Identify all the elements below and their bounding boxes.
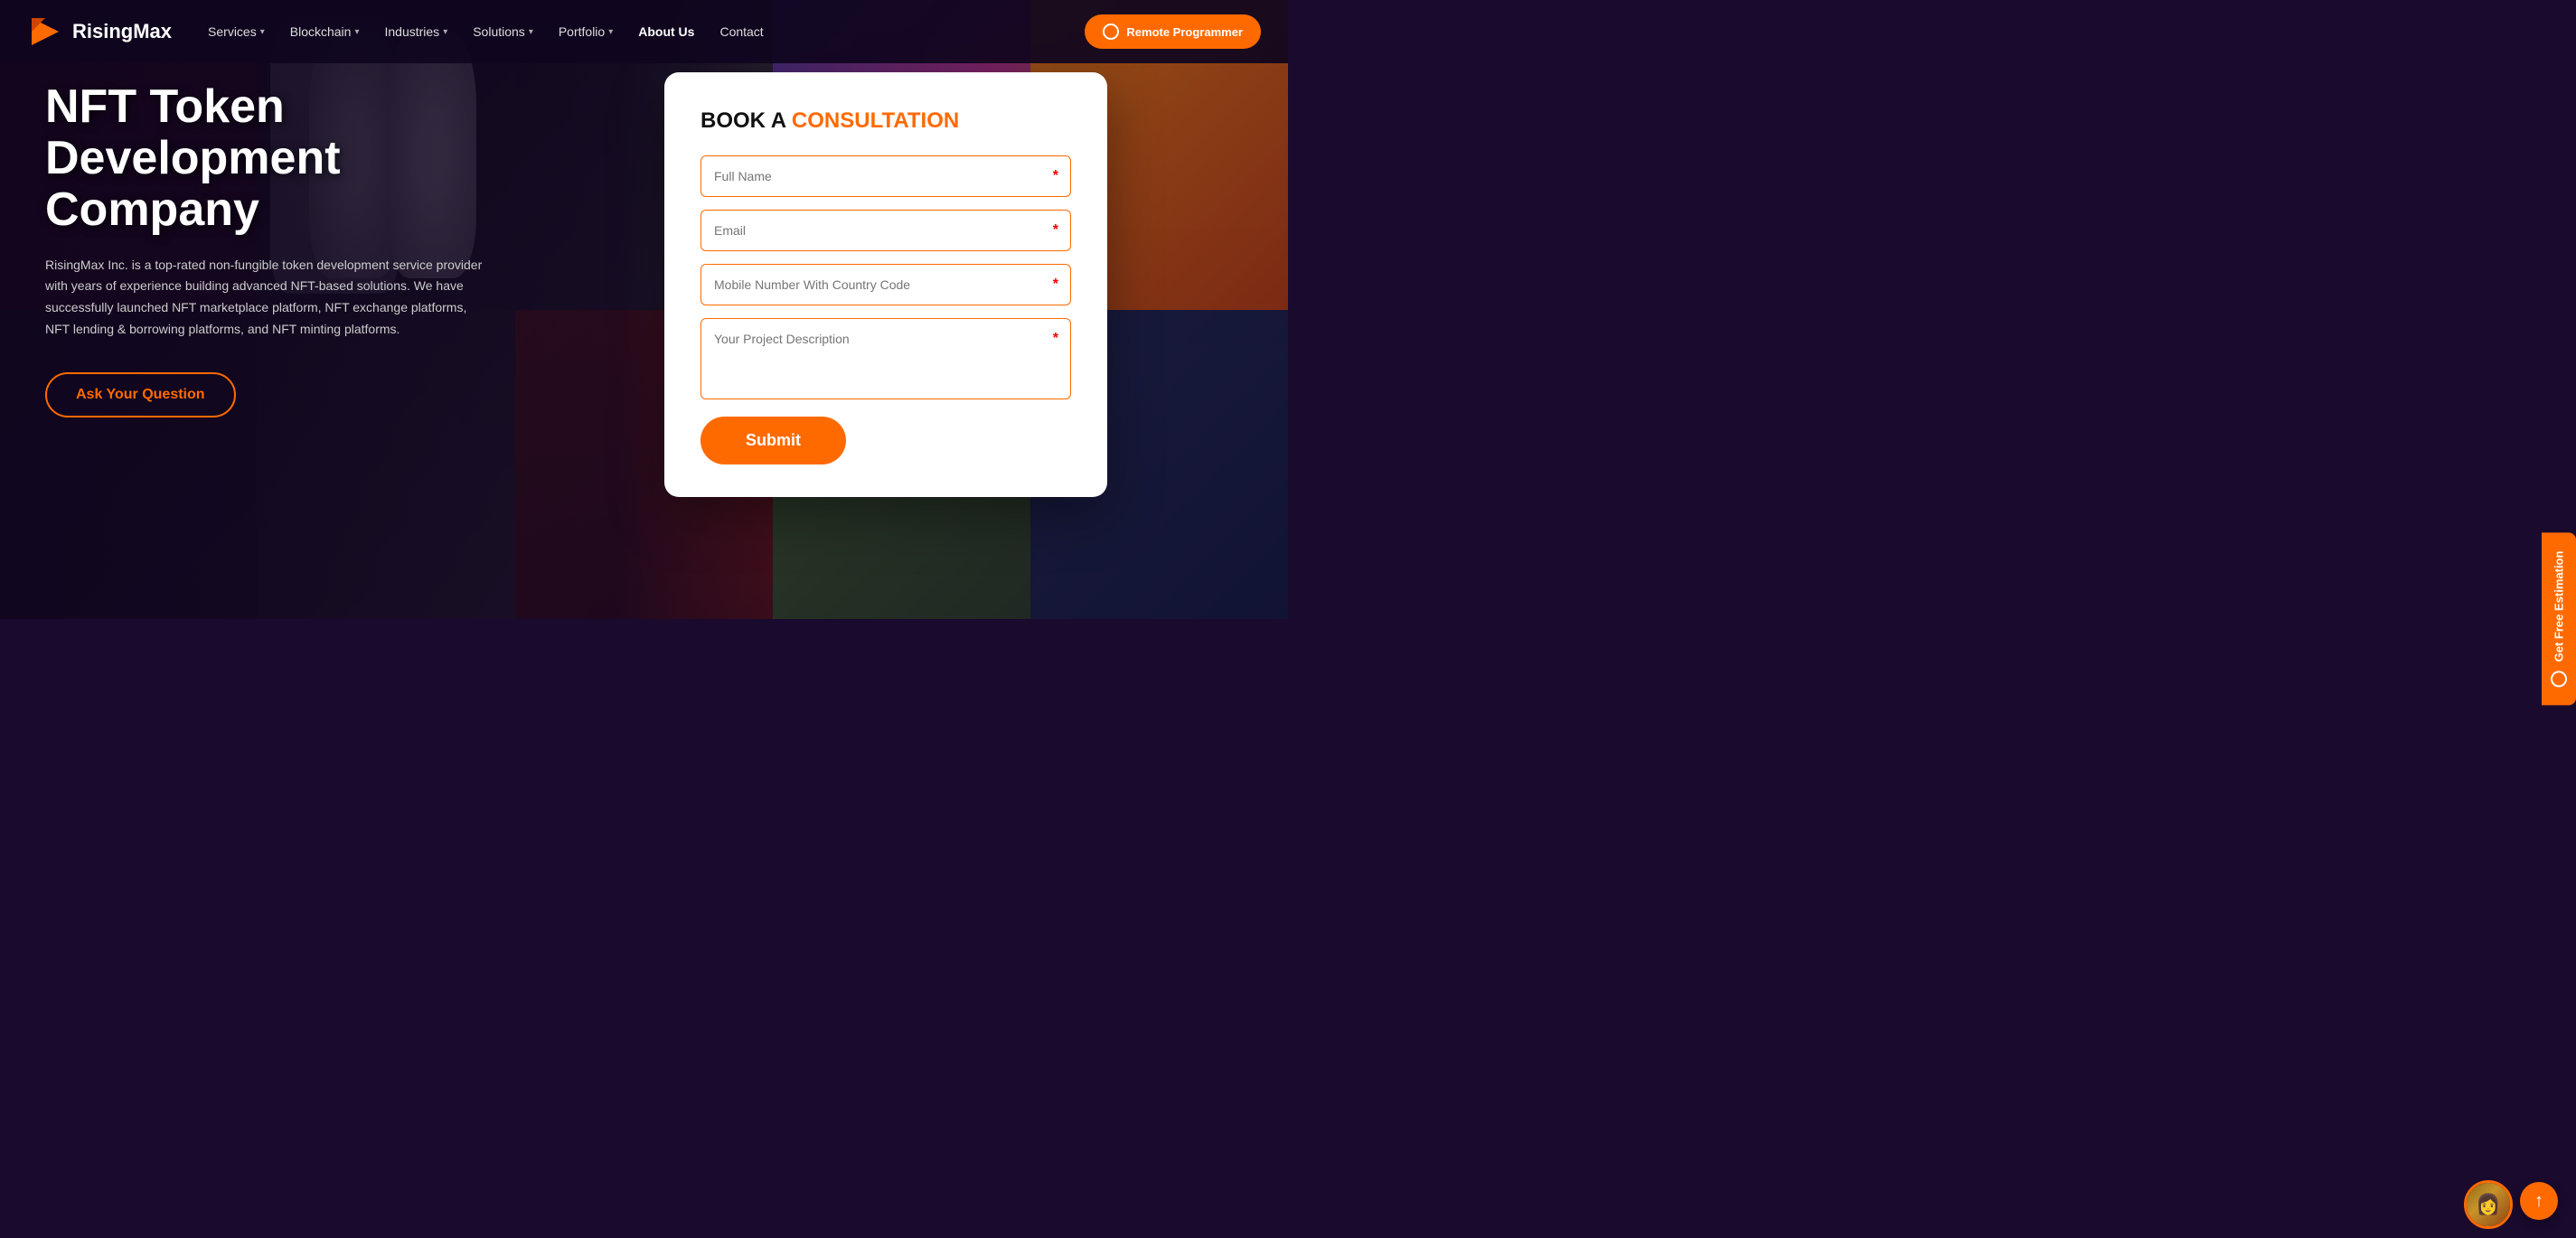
email-input[interactable] [700, 210, 1071, 251]
chat-avatar[interactable]: 👩 [2464, 1180, 2513, 1229]
nav-item-about[interactable]: About Us [638, 24, 694, 39]
consultation-form-card: BOOK A CONSULTATION * * * * Submit [664, 72, 1107, 497]
nav-item-contact[interactable]: Contact [719, 24, 763, 39]
chevron-down-icon: ▾ [608, 27, 613, 37]
nav-item-industries[interactable]: Industries ▾ [384, 24, 447, 39]
logo-text: RisingMax [72, 20, 172, 43]
scroll-top-icon: ↑ [2534, 1191, 2543, 1212]
chevron-down-icon: ▾ [260, 27, 265, 37]
required-star-name: * [1053, 168, 1058, 184]
navbar: RisingMax Services ▾ Blockchain ▾ Indust… [0, 0, 1288, 63]
logo-icon [27, 14, 63, 50]
form-title-prefix: BOOK A [700, 108, 792, 133]
chevron-down-icon: ▾ [443, 27, 447, 37]
nav-about-label: About Us [638, 24, 694, 39]
logo[interactable]: RisingMax [27, 14, 172, 50]
hero-title: NFT Token Development Company [45, 81, 551, 237]
required-star-mobile: * [1053, 277, 1058, 293]
chevron-down-icon: ▾ [354, 27, 359, 37]
nav-blockchain-label: Blockchain [290, 24, 352, 39]
form-title-highlight: CONSULTATION [792, 108, 959, 133]
ask-question-button[interactable]: Ask Your Question [45, 372, 236, 417]
submit-button[interactable]: Submit [700, 417, 846, 464]
email-field-wrapper: * [700, 210, 1071, 251]
nav-services-label: Services [208, 24, 257, 39]
nav-item-services[interactable]: Services ▾ [208, 24, 265, 39]
full-name-field-wrapper: * [700, 155, 1071, 197]
nav-contact-label: Contact [719, 24, 763, 39]
remote-btn-label: Remote Programmer [1126, 25, 1243, 39]
mobile-field-wrapper: * [700, 264, 1071, 305]
remote-programmer-button[interactable]: Remote Programmer [1085, 14, 1261, 49]
side-badge-label: Get Free Estimation [2552, 551, 2566, 662]
nav-portfolio-label: Portfolio [559, 24, 605, 39]
required-star-email: * [1053, 222, 1058, 239]
nav-industries-label: Industries [384, 24, 439, 39]
nav-item-solutions[interactable]: Solutions ▾ [473, 24, 533, 39]
required-star-description: * [1053, 331, 1058, 347]
hero-content: NFT Token Development Company RisingMax … [45, 81, 551, 417]
avatar-image: 👩 [2467, 1183, 2510, 1226]
nav-item-portfolio[interactable]: Portfolio ▾ [559, 24, 613, 39]
project-description-textarea[interactable] [700, 318, 1071, 399]
nav-solutions-label: Solutions [473, 24, 525, 39]
mobile-input[interactable] [700, 264, 1071, 305]
badge-circle-icon [2551, 671, 2567, 687]
scroll-to-top-button[interactable]: ↑ [2520, 1182, 2558, 1220]
full-name-input[interactable] [700, 155, 1071, 197]
form-title: BOOK A CONSULTATION [700, 108, 1071, 134]
description-field-wrapper: * [700, 318, 1071, 404]
hero-description: RisingMax Inc. is a top-rated non-fungib… [45, 255, 488, 341]
remote-btn-icon [1103, 23, 1119, 40]
chevron-down-icon: ▾ [529, 27, 533, 37]
nav-item-blockchain[interactable]: Blockchain ▾ [290, 24, 360, 39]
nav-links: Services ▾ Blockchain ▾ Industries ▾ Sol… [208, 24, 1085, 39]
get-free-estimation-badge[interactable]: Get Free Estimation [2542, 533, 2576, 706]
